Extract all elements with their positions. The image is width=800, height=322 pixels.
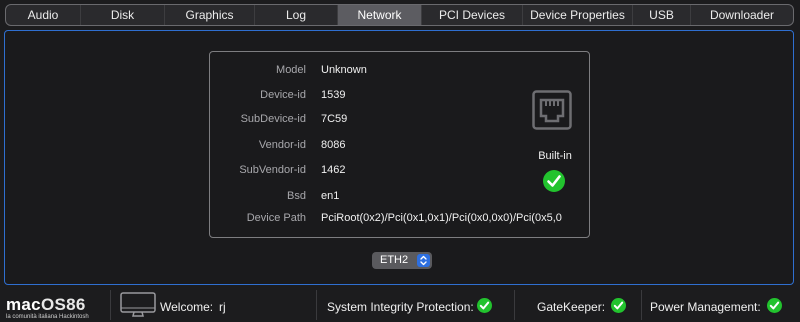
logo-brand-a: mac	[6, 295, 41, 314]
subdevice-id-value: 7C59	[321, 113, 348, 125]
device-path-label: Device Path	[246, 212, 306, 224]
tab-disk[interactable]: Disk	[81, 5, 165, 25]
tab-usb[interactable]: USB	[633, 5, 691, 25]
gatekeeper-label: GateKeeper:	[537, 300, 606, 314]
sip-label: System Integrity Protection:	[327, 300, 474, 314]
bsd-row: Bsd en1	[210, 190, 589, 206]
chevron-updown-icon	[417, 254, 430, 267]
tab-bar: Audio Disk Graphics Log Network PCI Devi…	[5, 4, 794, 26]
vendor-id-value: 8086	[321, 139, 346, 151]
tab-pci-devices[interactable]: PCI Devices	[422, 5, 523, 25]
network-panel: Model Unknown Device-id 1539 SubDevice-i…	[4, 30, 794, 285]
device-path-row: Device Path PciRoot(0x2)/Pci(0x1,0x1)/Pc…	[210, 212, 589, 228]
bsd-label: Bsd	[287, 190, 306, 202]
divider	[316, 290, 317, 320]
device-id-value: 1539	[321, 89, 346, 101]
sip-check-icon	[477, 298, 492, 313]
builtin-label: Built-in	[538, 150, 572, 162]
device-path-value: PciRoot(0x2)/Pci(0x1,0x1)/Pci(0x0,0x0)/P…	[321, 212, 562, 224]
bsd-value: en1	[321, 190, 340, 202]
subdevice-id-label: SubDevice-id	[240, 113, 306, 125]
monitor-icon	[120, 292, 156, 317]
logo-tagline: la comunità italiana Hackintosh	[6, 314, 89, 320]
vendor-id-label: Vendor-id	[258, 139, 306, 151]
power-management-check-icon	[767, 298, 782, 313]
device-id-label: Device-id	[260, 89, 306, 101]
welcome-label: Welcome:	[160, 300, 214, 314]
model-label: Model	[276, 64, 306, 76]
model-value: Unknown	[321, 64, 367, 76]
divider	[514, 290, 515, 320]
tab-network[interactable]: Network	[338, 5, 422, 25]
subvendor-id-value: 1462	[321, 164, 346, 176]
tab-device-properties[interactable]: Device Properties	[523, 5, 633, 25]
tab-graphics[interactable]: Graphics	[165, 5, 255, 25]
macos86-logo: macOS86 la comunità italiana Hackintosh	[6, 295, 104, 321]
device-info-box: Model Unknown Device-id 1539 SubDevice-i…	[209, 51, 590, 238]
gatekeeper-check-icon	[611, 298, 626, 313]
divider	[641, 290, 642, 320]
interface-select[interactable]: ETH2	[372, 252, 432, 269]
logo-brand-b: OS86	[40, 295, 86, 314]
ethernet-port-icon	[532, 90, 572, 130]
builtin-check-icon	[543, 170, 565, 192]
status-bar: macOS86 la comunità italiana Hackintosh …	[0, 288, 800, 322]
welcome-user: rj	[219, 300, 226, 314]
interface-select-value: ETH2	[380, 254, 409, 266]
tab-log[interactable]: Log	[255, 5, 338, 25]
tab-audio[interactable]: Audio	[6, 5, 81, 25]
divider	[110, 290, 111, 320]
model-row: Model Unknown	[210, 64, 589, 80]
tab-downloader[interactable]: Downloader	[691, 5, 793, 25]
subvendor-id-row: SubVendor-id 1462	[210, 164, 589, 180]
subvendor-id-label: SubVendor-id	[239, 164, 306, 176]
power-management-label: Power Management:	[650, 300, 761, 314]
